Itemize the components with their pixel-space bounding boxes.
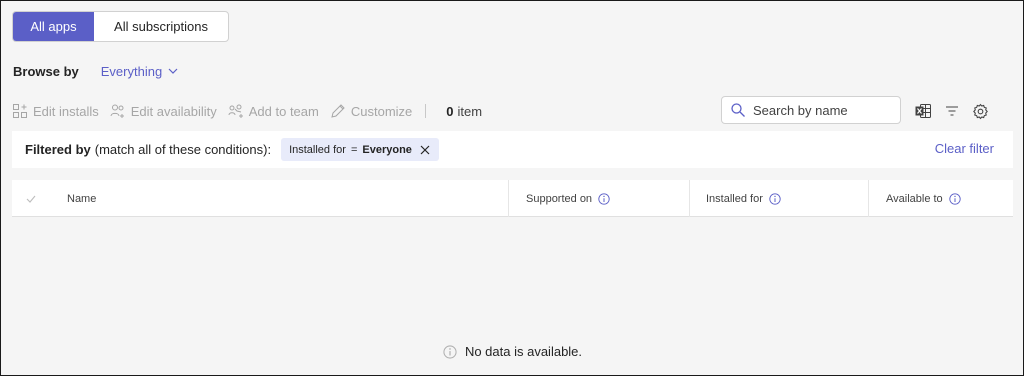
settings-button[interactable]	[971, 102, 989, 120]
edit-installs-label: Edit installs	[33, 103, 99, 119]
filter-chip-operator: =	[350, 143, 358, 156]
edit-availability-label: Edit availability	[130, 103, 217, 119]
column-supported-on-label: Supported on	[526, 192, 593, 205]
edit-availability-button[interactable]: Edit availability	[110, 103, 217, 119]
customize-button[interactable]: Customize	[330, 103, 412, 119]
column-divider	[868, 180, 869, 217]
item-count-value: 0	[446, 103, 454, 119]
pencil-icon	[331, 104, 345, 118]
info-icon[interactable]	[769, 192, 781, 205]
browse-by-value: Everything	[100, 63, 163, 79]
toolbar-divider	[425, 104, 427, 118]
tab-all-subscriptions[interactable]: All subscriptions	[94, 12, 228, 41]
column-header-installed-for[interactable]: Installed for	[706, 180, 781, 217]
column-installed-for-label: Installed for	[706, 192, 763, 205]
tab-all-apps[interactable]: All apps	[13, 12, 94, 41]
empty-state: No data is available.	[12, 344, 1013, 359]
search-icon	[731, 103, 745, 117]
people-add-icon	[110, 104, 124, 118]
filter-button[interactable]	[943, 102, 961, 120]
column-header-available-to[interactable]: Available to	[886, 180, 961, 217]
filter-chip-value: Everyone	[362, 143, 412, 156]
toolbar: Edit installs Edit availability Add to t…	[12, 91, 1013, 131]
item-count: 0 item	[446, 104, 482, 119]
view-tabs: All apps All subscriptions	[12, 11, 229, 42]
chevron-down-icon	[168, 68, 178, 74]
filter-icon	[946, 106, 958, 116]
checkmark-icon	[26, 195, 36, 203]
column-available-to-label: Available to	[886, 192, 943, 205]
excel-icon	[915, 104, 931, 118]
customize-label: Customize	[350, 103, 413, 119]
info-icon	[443, 344, 457, 359]
export-excel-button[interactable]	[914, 102, 932, 120]
add-to-team-label: Add to team	[248, 103, 319, 119]
column-header-supported-on[interactable]: Supported on	[526, 180, 610, 217]
browse-by-dropdown[interactable]: Everything	[101, 64, 178, 79]
search-input[interactable]	[753, 102, 893, 118]
table-header: Name Supported on Installed for Availabl…	[12, 180, 1013, 217]
browse-by-label: Browse by	[13, 63, 79, 79]
filter-note: (match all of these conditions):	[94, 142, 272, 157]
team-add-icon	[228, 104, 243, 118]
info-icon[interactable]	[949, 192, 961, 205]
column-divider	[689, 180, 690, 217]
info-icon[interactable]	[598, 192, 610, 205]
column-divider	[508, 180, 509, 217]
column-name-label: Name	[67, 192, 97, 205]
clear-filter-link[interactable]: Clear filter	[935, 141, 994, 156]
search-box[interactable]	[721, 96, 901, 124]
gear-icon	[972, 103, 988, 119]
filter-title: Filtered by	[25, 142, 91, 157]
empty-state-message: No data is available.	[464, 344, 583, 359]
item-count-unit: item	[457, 103, 483, 119]
apps-table: Name Supported on Installed for Availabl…	[12, 168, 1013, 375]
app-frame: All apps All subscriptions Browse by Eve…	[0, 0, 1024, 376]
browse-by: Browse by Everything	[13, 61, 178, 81]
grid-add-icon	[13, 104, 27, 118]
column-header-name[interactable]: Name	[67, 180, 96, 217]
add-to-team-button[interactable]: Add to team	[228, 103, 319, 119]
filter-chip[interactable]: Installed for = Everyone	[281, 138, 439, 161]
select-all-checkbox[interactable]	[26, 180, 36, 217]
filter-chip-field: Installed for	[289, 143, 346, 156]
filter-bar: Filtered by (match all of these conditio…	[12, 131, 1013, 168]
close-icon[interactable]	[420, 145, 430, 155]
edit-installs-button[interactable]: Edit installs	[12, 103, 99, 119]
